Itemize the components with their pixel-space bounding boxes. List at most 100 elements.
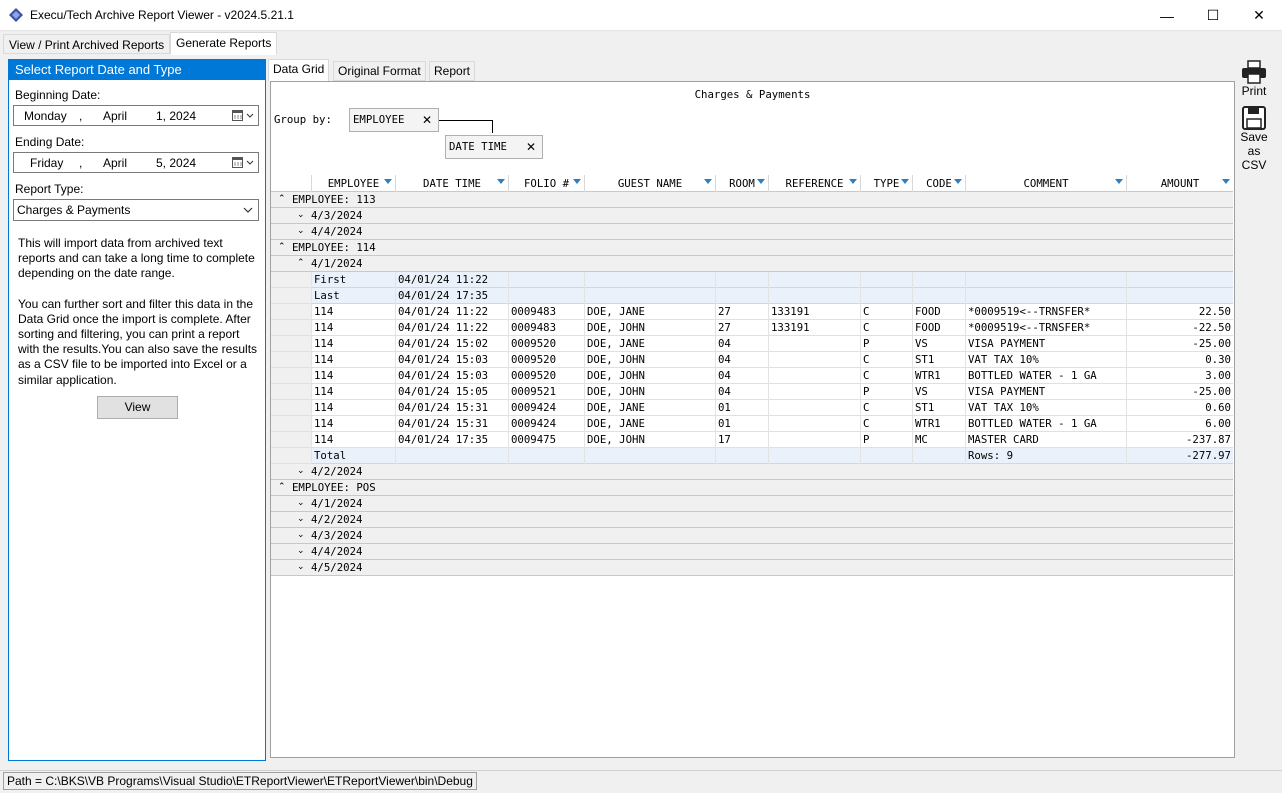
table-row[interactable]: 114 04/01/24 11:22 0009483 DOE, JANE 27 13319…	[311, 304, 1233, 320]
column-header[interactable]: ROOM	[715, 175, 768, 192]
table-row[interactable]: 114 04/01/24 15:03 0009520 DOE, JOHN 04 C ST1 V…	[311, 352, 1233, 368]
group-row[interactable]: ⌃ EMPLOYEE: POS	[271, 480, 1233, 496]
chevron-down-icon[interactable]: ⌄	[297, 528, 305, 543]
group-chip-date-time[interactable]: DATE TIME ✕	[445, 135, 543, 159]
table-cell: VS	[912, 384, 965, 400]
filter-icon[interactable]	[757, 179, 765, 184]
column-header[interactable]: AMOUNT	[1126, 175, 1233, 192]
summary-row-total[interactable]: Total Rows: 9 -277.97	[311, 448, 1233, 464]
table-cell: *0009519<--TRNSFER*	[965, 320, 1126, 336]
column-header[interactable]: EMPLOYEE	[311, 175, 395, 192]
group-row[interactable]: ⌄ 4/3/2024	[271, 528, 1233, 544]
group-row[interactable]: ⌃ EMPLOYEE: 114	[271, 240, 1233, 256]
table-cell: 04/01/24 11:22	[395, 320, 508, 336]
tab-generate-reports[interactable]: Generate Reports	[170, 32, 278, 55]
group-row[interactable]: ⌄ 4/2/2024	[271, 512, 1233, 528]
table-cell: 114	[311, 304, 395, 320]
filter-icon[interactable]	[901, 179, 909, 184]
filter-icon[interactable]	[849, 179, 857, 184]
group-chip-employee[interactable]: EMPLOYEE ✕	[349, 108, 439, 132]
table-row[interactable]: 114 04/01/24 15:05 0009521 DOE, JOHN 04 P VS VI…	[311, 384, 1233, 400]
summary-row-first[interactable]: First 04/01/24 11:22	[311, 272, 1233, 288]
tab-view-print[interactable]: View / Print Archived Reports	[3, 34, 171, 54]
beginning-date-picker[interactable]: Monday , April 1, 2024	[13, 105, 259, 126]
calendar-dropdown-icon[interactable]	[232, 109, 256, 122]
table-cell	[508, 272, 584, 288]
table-cell: 01	[715, 400, 768, 416]
table-row[interactable]: 114 04/01/24 17:35 0009475 DOE, JOHN 17 P MC MA…	[311, 432, 1233, 448]
table-cell	[768, 288, 860, 304]
minimize-button[interactable]: —	[1144, 0, 1190, 31]
table-cell: 0009475	[508, 432, 584, 448]
table-cell	[1126, 272, 1233, 288]
begin-separator: ,	[79, 109, 83, 123]
chevron-down-icon[interactable]: ⌄	[297, 512, 305, 527]
save-csv-button[interactable]: Save as CSV	[1237, 106, 1271, 178]
print-button[interactable]: Print	[1237, 60, 1271, 100]
group-row[interactable]: ⌄ 4/2/2024	[271, 464, 1233, 480]
table-row[interactable]: 114 04/01/24 15:31 0009424 DOE, JANE 01 C WTR1…	[311, 416, 1233, 432]
report-type-select[interactable]: Charges & Payments	[13, 199, 259, 221]
column-header[interactable]: REFERENCE	[768, 175, 860, 192]
row-gutter	[271, 368, 311, 384]
remove-group-icon[interactable]: ✕	[526, 136, 536, 158]
close-button[interactable]: ✕	[1236, 0, 1282, 31]
table-cell: 133191	[768, 320, 860, 336]
table-cell: -277.97	[1126, 448, 1233, 464]
ending-date-picker[interactable]: Friday , April 5, 2024	[13, 152, 259, 173]
calendar-dropdown-icon[interactable]	[232, 156, 256, 169]
group-row[interactable]: ⌄ 4/4/2024	[271, 544, 1233, 560]
report-type-value: Charges & Payments	[17, 203, 131, 217]
maximize-button[interactable]: ☐	[1190, 0, 1236, 31]
chevron-up-icon[interactable]: ⌃	[278, 240, 286, 255]
table-cell: 114	[311, 400, 395, 416]
filter-icon[interactable]	[1115, 179, 1123, 184]
table-cell: 0.60	[1126, 400, 1233, 416]
column-header[interactable]: GUEST NAME	[584, 175, 715, 192]
column-header[interactable]: CODE	[912, 175, 965, 192]
column-header[interactable]: FOLIO #	[508, 175, 584, 192]
table-row[interactable]: 114 04/01/24 11:22 0009483 DOE, JOHN 27 13319…	[311, 320, 1233, 336]
chevron-up-icon[interactable]: ⌃	[278, 192, 286, 207]
chevron-down-icon[interactable]: ⌄	[297, 544, 305, 559]
chevron-down-icon[interactable]: ⌄	[297, 208, 305, 223]
row-gutter	[271, 320, 311, 336]
filter-icon[interactable]	[384, 179, 392, 184]
filter-icon[interactable]	[704, 179, 712, 184]
filter-icon[interactable]	[497, 179, 505, 184]
group-row[interactable]: ⌄ 4/5/2024	[271, 560, 1233, 576]
data-grid-panel: Charges & Payments Group by: EMPLOYEE ✕ …	[270, 81, 1235, 758]
filter-icon[interactable]	[954, 179, 962, 184]
table-cell: -22.50	[1126, 320, 1233, 336]
chevron-down-icon[interactable]: ⌄	[297, 464, 305, 479]
chevron-down-icon[interactable]: ⌄	[297, 560, 305, 575]
remove-group-icon[interactable]: ✕	[422, 109, 432, 131]
chevron-down-icon[interactable]: ⌄	[297, 224, 305, 239]
column-header[interactable]: DATE TIME	[395, 175, 508, 192]
group-row[interactable]: ⌃ 4/1/2024	[271, 256, 1233, 272]
filter-icon[interactable]	[1222, 179, 1230, 184]
view-button[interactable]: View	[97, 396, 178, 419]
group-row[interactable]: ⌄ 4/3/2024	[271, 208, 1233, 224]
table-row[interactable]: 114 04/01/24 15:03 0009520 DOE, JOHN 04 C WTR1…	[311, 368, 1233, 384]
chevron-up-icon[interactable]: ⌃	[297, 256, 305, 271]
chevron-down-icon[interactable]: ⌄	[297, 496, 305, 511]
group-row[interactable]: ⌄ 4/4/2024	[271, 224, 1233, 240]
summary-row-last[interactable]: Last 04/01/24 17:35	[311, 288, 1233, 304]
table-cell: DOE, JOHN	[584, 384, 715, 400]
group-row[interactable]: ⌃ EMPLOYEE: 113	[271, 192, 1233, 208]
group-row[interactable]: ⌄ 4/1/2024	[271, 496, 1233, 512]
tab-report[interactable]: Report	[429, 61, 476, 81]
tab-original-format[interactable]: Original Format	[333, 61, 426, 81]
table-row[interactable]: 114 04/01/24 15:31 0009424 DOE, JANE 01 C ST1 V…	[311, 400, 1233, 416]
column-header[interactable]: COMMENT	[965, 175, 1126, 192]
table-cell	[768, 272, 860, 288]
table-row[interactable]: 114 04/01/24 15:02 0009520 DOE, JANE 04 P VS VI…	[311, 336, 1233, 352]
filter-icon[interactable]	[573, 179, 581, 184]
chevron-up-icon[interactable]: ⌃	[278, 480, 286, 495]
column-header[interactable]: TYPE	[860, 175, 912, 192]
app-logo-icon	[9, 8, 23, 22]
table-cell: C	[860, 400, 912, 416]
table-cell: DOE, JANE	[584, 336, 715, 352]
tab-data-grid[interactable]: Data Grid	[268, 59, 330, 82]
